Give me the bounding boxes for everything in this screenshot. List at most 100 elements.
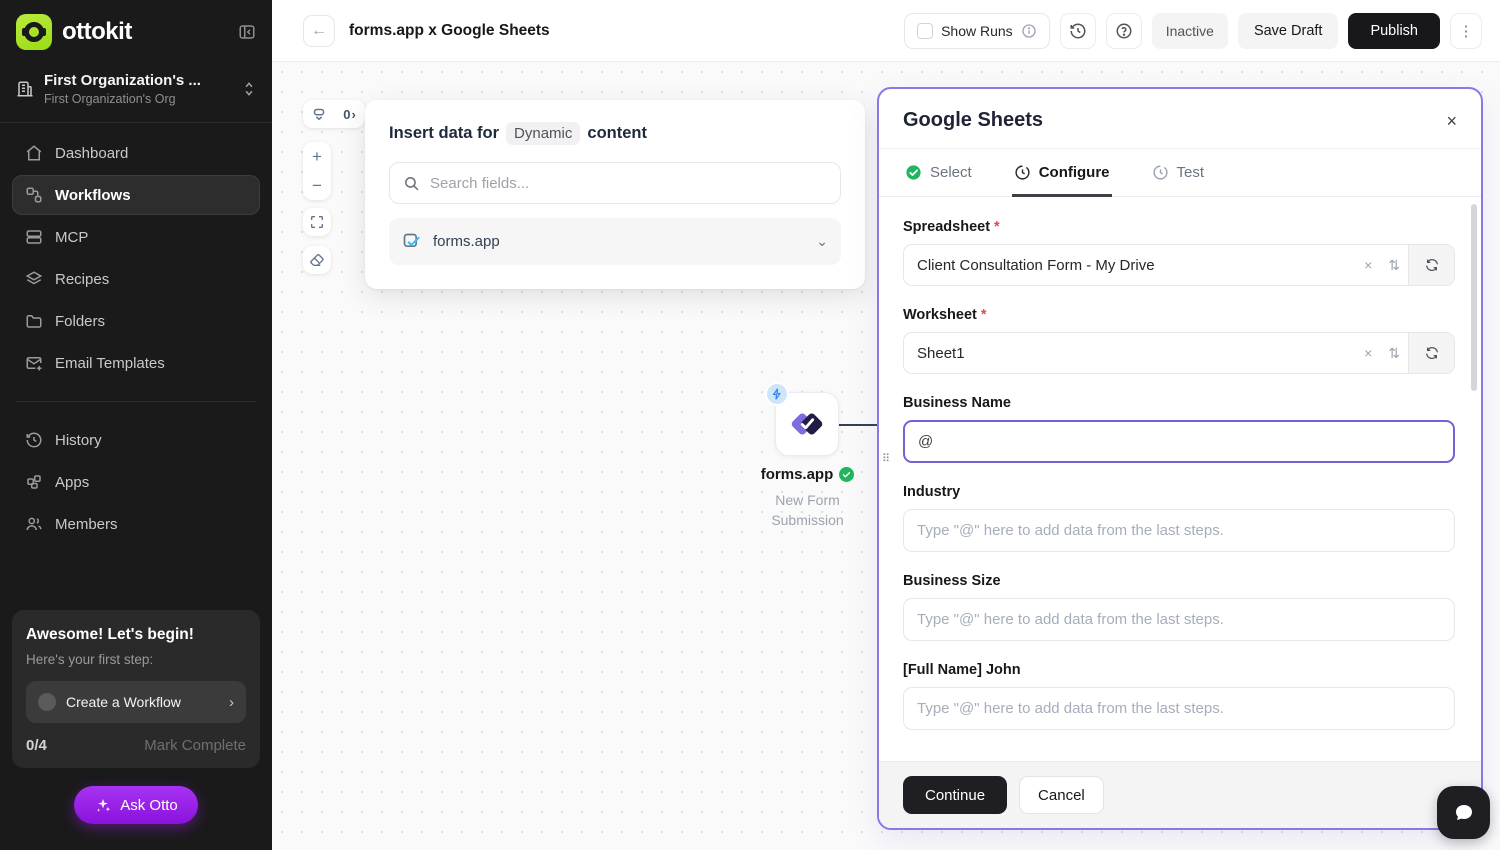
history-icon xyxy=(25,431,43,449)
page-title: forms.app x Google Sheets xyxy=(349,22,890,40)
panel-body: Spreadsheet* Client Consultation Form - … xyxy=(879,197,1481,761)
close-icon: × xyxy=(1446,111,1457,131)
org-switcher[interactable]: First Organization's ... First Organizat… xyxy=(0,62,272,122)
sidebar-divider xyxy=(16,401,256,402)
business-name-input[interactable] xyxy=(903,420,1455,463)
publish-button[interactable]: Publish xyxy=(1348,13,1440,49)
sidebar-item-apps[interactable]: Apps xyxy=(12,462,260,502)
panel-scrollbar[interactable] xyxy=(1471,204,1477,391)
field-business-size: Business Size xyxy=(903,573,1455,641)
eraser-icon xyxy=(309,252,325,268)
help-circle-icon xyxy=(1115,22,1133,40)
mark-complete-button[interactable]: Mark Complete xyxy=(144,737,246,754)
zoom-in-button[interactable]: + xyxy=(303,142,331,171)
form-check-icon xyxy=(402,232,422,252)
more-options-button[interactable]: ⋮ xyxy=(1450,13,1482,49)
close-panel-button[interactable]: × xyxy=(1446,112,1457,130)
eraser-button[interactable] xyxy=(303,246,331,274)
sidebar-item-history[interactable]: History xyxy=(12,420,260,460)
help-button[interactable] xyxy=(1106,13,1142,49)
trigger-node-forms-app[interactable] xyxy=(775,392,839,456)
zoom-out-button[interactable]: − xyxy=(303,171,331,200)
cancel-button[interactable]: Cancel xyxy=(1019,776,1104,814)
home-icon xyxy=(25,144,43,162)
search-fields-input[interactable] xyxy=(430,175,827,192)
insert-popup-title: Insert data for Dynamic content xyxy=(389,122,841,145)
spreadsheet-select[interactable]: Client Consultation Form - My Drive × ⇅ xyxy=(903,244,1455,286)
field-industry: Industry xyxy=(903,484,1455,552)
tab-configure[interactable]: Configure xyxy=(1012,149,1112,197)
back-button[interactable]: ← xyxy=(303,15,335,47)
node-labels: forms.app New Form Submission xyxy=(750,466,865,531)
minus-icon: − xyxy=(312,176,322,196)
folder-icon xyxy=(25,312,43,330)
ottokit-logo-icon xyxy=(16,14,52,50)
version-history-button[interactable] xyxy=(1060,13,1096,49)
insert-data-popup: Insert data for Dynamic content forms.ap… xyxy=(365,100,865,289)
show-runs-toggle[interactable]: Show Runs xyxy=(904,13,1050,49)
refresh-worksheets-button[interactable] xyxy=(1408,333,1454,373)
ask-otto-button[interactable]: Ask Otto xyxy=(74,786,198,824)
canvas-toolbar-top: 0› xyxy=(303,100,365,128)
search-icon xyxy=(403,175,420,192)
industry-input[interactable] xyxy=(903,509,1455,552)
business-size-input[interactable] xyxy=(903,598,1455,641)
chat-bubble-icon xyxy=(1452,801,1476,825)
onboarding-progress: 0/4 xyxy=(26,737,47,754)
ask-otto-label: Ask Otto xyxy=(120,797,178,814)
tab-select[interactable]: Select xyxy=(903,149,974,197)
step-label: Create a Workflow xyxy=(66,694,219,710)
plus-icon: + xyxy=(312,147,322,167)
sidebar-item-recipes[interactable]: Recipes xyxy=(12,259,260,299)
sidebar-collapse-button[interactable] xyxy=(238,23,256,41)
sparkles-icon xyxy=(94,796,112,814)
dynamic-tag: Dynamic xyxy=(506,122,580,145)
refresh-spreadsheets-button[interactable] xyxy=(1408,245,1454,285)
panel-tabs: Select Configure Test xyxy=(879,149,1481,197)
clear-selection-icon[interactable]: × xyxy=(1356,245,1380,285)
sidebar-item-dashboard[interactable]: Dashboard xyxy=(12,133,260,173)
select-chevrons-icon[interactable]: ⇅ xyxy=(1380,333,1408,373)
check-circle-icon xyxy=(905,164,922,181)
onboarding-title: Awesome! Let's begin! xyxy=(26,626,246,644)
chevron-right-icon: › xyxy=(351,107,355,122)
sidebar-item-mcp[interactable]: MCP xyxy=(12,217,260,257)
sidebar-item-folders[interactable]: Folders xyxy=(12,301,260,341)
worksheet-select[interactable]: Sheet1 × ⇅ xyxy=(903,332,1455,374)
org-name: First Organization's ... xyxy=(44,72,232,89)
select-chevrons-icon[interactable]: ⇅ xyxy=(1380,245,1408,285)
sidebar-item-email-templates[interactable]: Email Templates xyxy=(12,343,260,383)
full-name-input[interactable] xyxy=(903,687,1455,730)
clear-selection-icon[interactable]: × xyxy=(1356,333,1380,373)
fit-view-button[interactable] xyxy=(303,208,331,236)
sidebar-item-workflows[interactable]: Workflows xyxy=(12,175,260,215)
panel-drag-handle[interactable]: ⠿ xyxy=(882,456,894,462)
users-icon xyxy=(25,515,43,533)
panel-collapse-icon xyxy=(238,23,256,41)
fit-view-icon xyxy=(309,214,325,230)
workflow-canvas[interactable]: 0› + − Insert data for D xyxy=(272,62,1500,850)
onboarding-subtitle: Here's your first step: xyxy=(26,652,246,667)
server-icon xyxy=(25,228,43,246)
required-mark: * xyxy=(981,307,987,323)
org-subtitle: First Organization's Org xyxy=(44,92,232,106)
status-badge: Inactive xyxy=(1152,13,1228,49)
chevron-right-icon: › xyxy=(229,694,234,711)
lightning-icon xyxy=(771,388,783,400)
tab-test[interactable]: Test xyxy=(1150,149,1207,197)
save-draft-button[interactable]: Save Draft xyxy=(1238,13,1339,49)
continue-button[interactable]: Continue xyxy=(903,776,1007,814)
chat-widget-button[interactable] xyxy=(1437,786,1490,839)
workflow-icon xyxy=(25,186,43,204)
sidebar-item-members[interactable]: Members xyxy=(12,504,260,544)
runs-panel-toggle-button[interactable]: 0› xyxy=(334,100,365,128)
onboarding-step-create-workflow[interactable]: Create a Workflow › xyxy=(26,681,246,723)
show-runs-checkbox[interactable] xyxy=(917,23,933,39)
node-trigger-name: New Form Submission xyxy=(750,490,865,531)
clock-pending-icon xyxy=(1152,164,1169,181)
arrow-left-icon: ← xyxy=(311,22,327,40)
step-status-circle xyxy=(38,693,56,711)
sidebar-item-label: MCP xyxy=(55,229,88,246)
minimap-toggle-button[interactable] xyxy=(303,100,334,128)
forms-app-fields-group[interactable]: forms.app ⌄ xyxy=(389,218,841,265)
